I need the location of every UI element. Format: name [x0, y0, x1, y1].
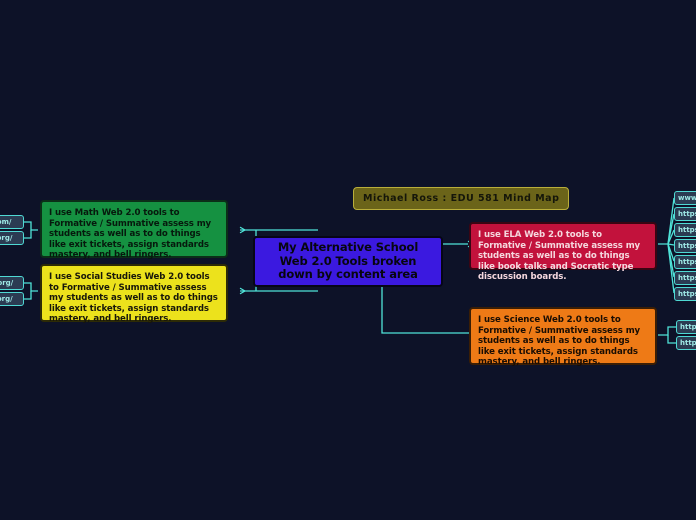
leaf-link-ela-7[interactable]: https	[674, 287, 696, 301]
leaf-link-ela-3[interactable]: https	[674, 223, 696, 237]
connector-science-leaf-2	[667, 335, 676, 344]
connector-math-leaf-1	[24, 221, 38, 231]
branch-node-ela[interactable]: I use ELA Web 2.0 tools to Formative / S…	[469, 222, 657, 282]
leaf-link-social-2[interactable]: s.org/	[0, 292, 24, 306]
mind-map-title-node[interactable]: Michael Ross : EDU 581 Mind Map	[353, 187, 570, 210]
leaf-link-ela-2[interactable]: https	[674, 207, 696, 221]
connector-science-leaf-1	[658, 326, 676, 336]
leaf-link-science-1[interactable]: https	[676, 320, 696, 334]
connector-central-science	[381, 287, 470, 333]
leaf-link-social-1[interactable]: e.org/	[0, 276, 24, 290]
connector-ela-leaf-7	[667, 243, 675, 294]
leaf-link-ela-6[interactable]: https	[674, 271, 696, 285]
branch-node-math[interactable]: I use Math Web 2.0 tools to Formative / …	[40, 200, 228, 260]
leaf-link-ela-5[interactable]: https	[674, 255, 696, 269]
connector-social-leaf-2	[24, 291, 32, 300]
leaf-link-math-2[interactable]: y.org/	[0, 231, 24, 245]
mind-map-canvas: Michael Ross : EDU 581 Mind Map My Alter…	[0, 0, 696, 520]
connector-social-leaf-1	[24, 282, 38, 292]
leaf-link-science-2[interactable]: http:,	[676, 336, 696, 350]
connector-math-leaf-2	[24, 230, 32, 239]
leaf-link-ela-1[interactable]: www.	[674, 191, 696, 205]
branch-node-social-studies[interactable]: I use Social Studies Web 2.0 tools to Fo…	[40, 264, 228, 324]
branch-node-science[interactable]: I use Science Web 2.0 tools to Formative…	[469, 307, 657, 367]
central-topic-node[interactable]: My Alternative School Web 2.0 Tools brok…	[253, 236, 443, 287]
leaf-link-math-1[interactable]: .com/	[0, 215, 24, 229]
leaf-link-ela-4[interactable]: https	[674, 239, 696, 253]
connector-ela-leaf-1	[658, 197, 675, 245]
